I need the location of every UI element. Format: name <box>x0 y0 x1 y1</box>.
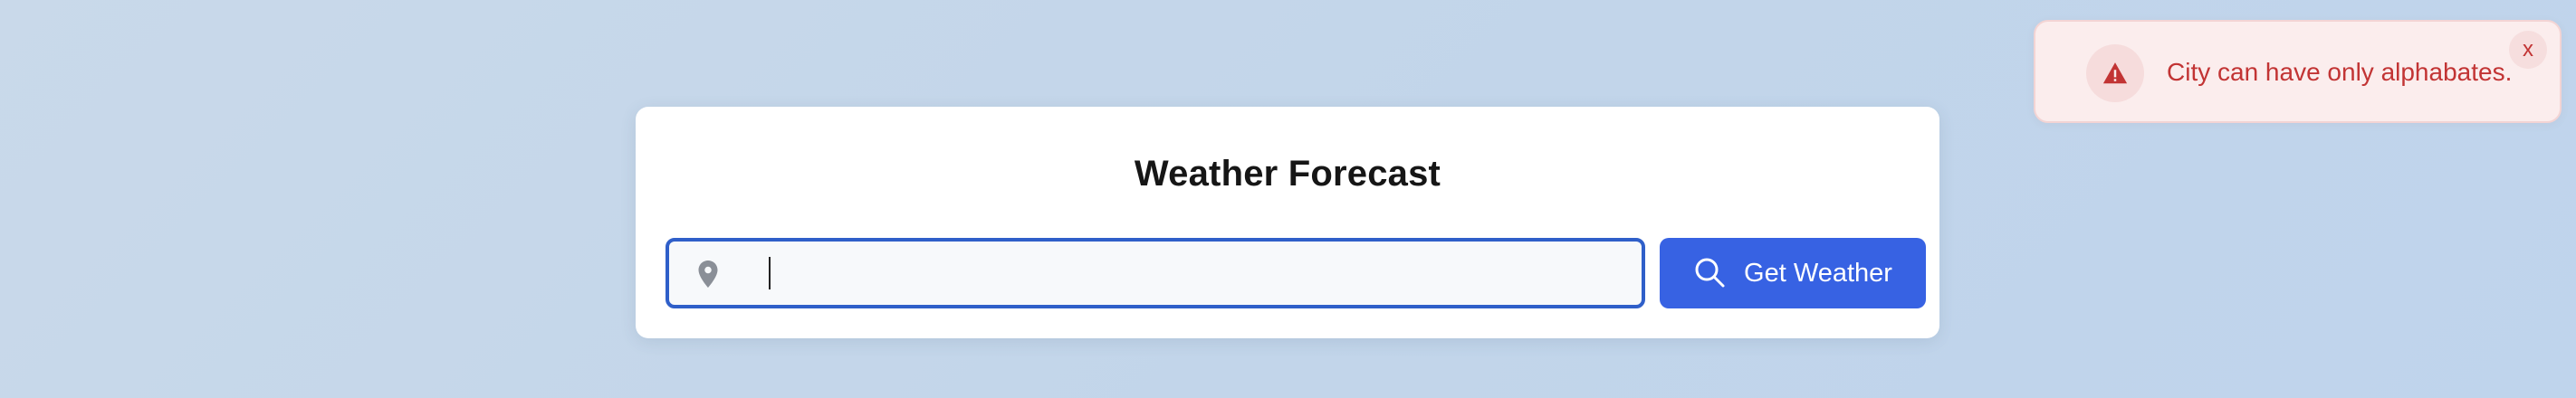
map-pin-icon <box>692 258 724 290</box>
weather-card: Weather Forecast Get Weather <box>636 107 1939 338</box>
city-input-wrapper[interactable] <box>666 238 1645 308</box>
page-title: Weather Forecast <box>1134 154 1441 194</box>
warning-triangle-icon <box>2102 62 2128 84</box>
search-icon <box>1693 256 1728 290</box>
toast-message: City can have only alphabates. <box>2167 58 2513 86</box>
city-input[interactable] <box>760 251 1620 296</box>
get-weather-button[interactable]: Get Weather <box>1660 238 1926 308</box>
error-toast: City can have only alphabates. x <box>2034 20 2562 123</box>
search-row: Get Weather <box>666 238 1926 308</box>
get-weather-label: Get Weather <box>1744 258 1892 288</box>
warning-badge <box>2086 44 2144 102</box>
close-toast-button[interactable]: x <box>2509 31 2547 69</box>
text-cursor <box>769 257 771 289</box>
